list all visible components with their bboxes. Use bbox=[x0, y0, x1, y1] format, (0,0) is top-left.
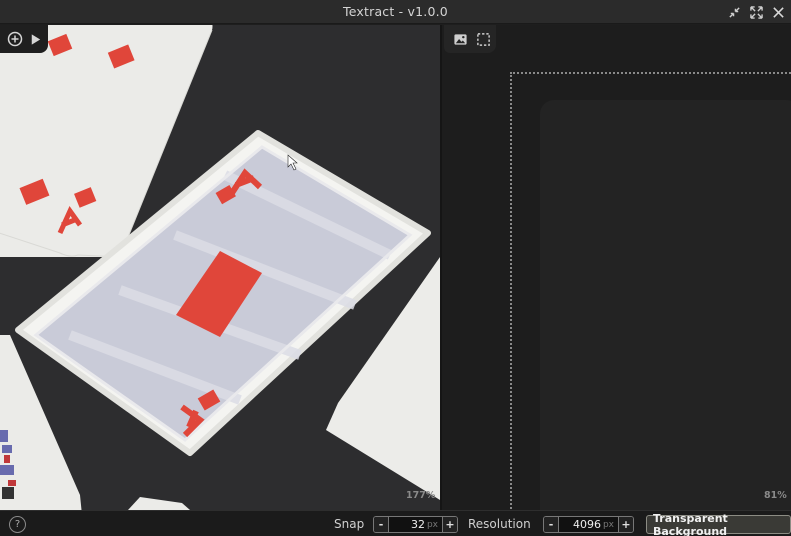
image-icon[interactable] bbox=[452, 31, 469, 48]
transparent-background-button[interactable]: Transparent Background bbox=[646, 512, 791, 536]
resolution-input[interactable]: 4096 px bbox=[559, 517, 618, 532]
resolution-value: 4096 bbox=[572, 518, 601, 531]
output-toolbar bbox=[444, 25, 496, 53]
snap-value: 32 bbox=[410, 518, 425, 531]
close-icon[interactable] bbox=[769, 3, 787, 21]
resolution-increment-button[interactable]: + bbox=[618, 517, 633, 532]
source-image-pane[interactable]: 177% bbox=[0, 25, 440, 510]
output-pane[interactable]: 81% bbox=[442, 25, 791, 510]
source-zoom-level: 177% bbox=[406, 490, 436, 501]
snap-unit: px bbox=[426, 519, 438, 530]
help-button[interactable]: ? bbox=[9, 516, 26, 533]
title-bar: Textract - v1.0.0 bbox=[0, 0, 791, 24]
output-canvas[interactable] bbox=[540, 100, 791, 510]
resolution-unit: px bbox=[602, 519, 614, 530]
window-controls bbox=[725, 3, 787, 21]
snap-stepper: - 32 px + bbox=[373, 516, 458, 533]
snap-input[interactable]: 32 px bbox=[389, 517, 442, 532]
status-bar: ? Snap - 32 px + Resolution - 4096 px + … bbox=[0, 510, 791, 536]
selection-icon[interactable] bbox=[475, 31, 492, 48]
output-zoom-level: 81% bbox=[764, 490, 787, 501]
source-toolbar bbox=[0, 25, 48, 53]
resolution-label: Resolution bbox=[468, 517, 531, 531]
expand-arrows-icon[interactable] bbox=[747, 3, 765, 21]
snap-increment-button[interactable]: + bbox=[442, 517, 457, 532]
snap-decrement-button[interactable]: - bbox=[374, 517, 389, 532]
resolution-decrement-button[interactable]: - bbox=[544, 517, 559, 532]
collapse-arrows-icon[interactable] bbox=[725, 3, 743, 21]
snap-label: Snap bbox=[334, 517, 365, 531]
window-title: Textract - v1.0.0 bbox=[343, 4, 448, 19]
add-image-icon[interactable] bbox=[6, 31, 23, 48]
play-icon[interactable] bbox=[27, 31, 44, 48]
source-photo bbox=[0, 25, 440, 510]
resolution-stepper: - 4096 px + bbox=[543, 516, 634, 533]
